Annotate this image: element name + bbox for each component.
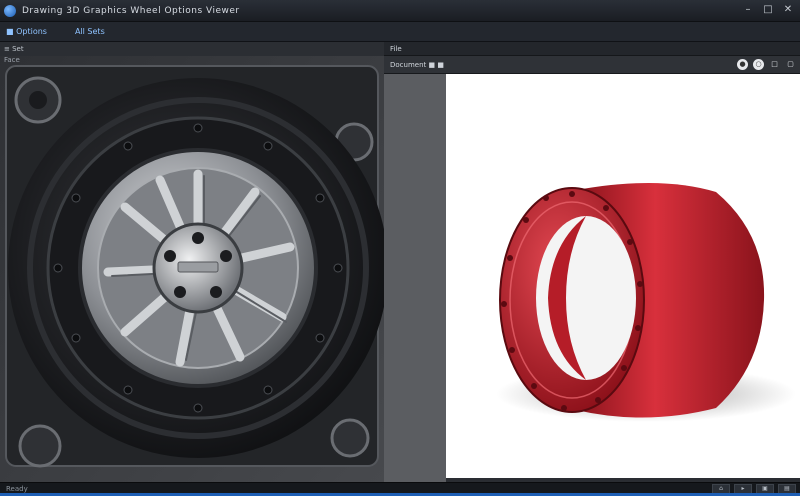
status-bar: Ready ⌂ ▸ ▣ ▤ [0, 482, 800, 496]
close-button[interactable]: ✕ [782, 4, 794, 16]
minimize-button[interactable]: – [742, 4, 754, 16]
window-title: Drawing 3D Graphics Wheel Options Viewer [22, 5, 240, 16]
left-viewport[interactable]: ≡ Set Face [0, 42, 384, 482]
viewport-header: ≡ Set [0, 42, 384, 56]
main-toolbar: ■ Options All Sets [0, 22, 800, 42]
view-tools: ● ○ □ ▢ [737, 59, 796, 70]
shaded-view-icon[interactable]: ● [737, 59, 748, 70]
red-ring-render [446, 74, 800, 478]
window-controls: – □ ✕ [742, 4, 794, 16]
toolbar-sets[interactable]: All Sets [75, 27, 105, 36]
toolbar-options[interactable]: ■ Options [6, 27, 47, 36]
app-icon [4, 4, 16, 17]
tab-file[interactable]: File [384, 42, 800, 56]
maximize-button[interactable]: □ [762, 4, 774, 16]
preview-side-strip [384, 74, 446, 482]
frame-view-icon[interactable]: ▢ [785, 59, 796, 70]
box-view-icon[interactable]: □ [769, 59, 780, 70]
preview-toolbar: Document ■ ■ ● ○ □ ▢ [384, 56, 800, 74]
title-bar: Drawing 3D Graphics Wheel Options Viewer… [0, 0, 800, 22]
wire-view-icon[interactable]: ○ [753, 59, 764, 70]
viewport-subtitle: Face [4, 56, 20, 64]
document-label: Document ■ ■ [390, 60, 444, 69]
status-text: Ready [6, 485, 28, 493]
right-panel: File Document ■ ■ ● ○ □ ▢ [384, 42, 800, 482]
red-ring-preview[interactable] [446, 74, 800, 478]
wheel-render [0, 42, 384, 482]
